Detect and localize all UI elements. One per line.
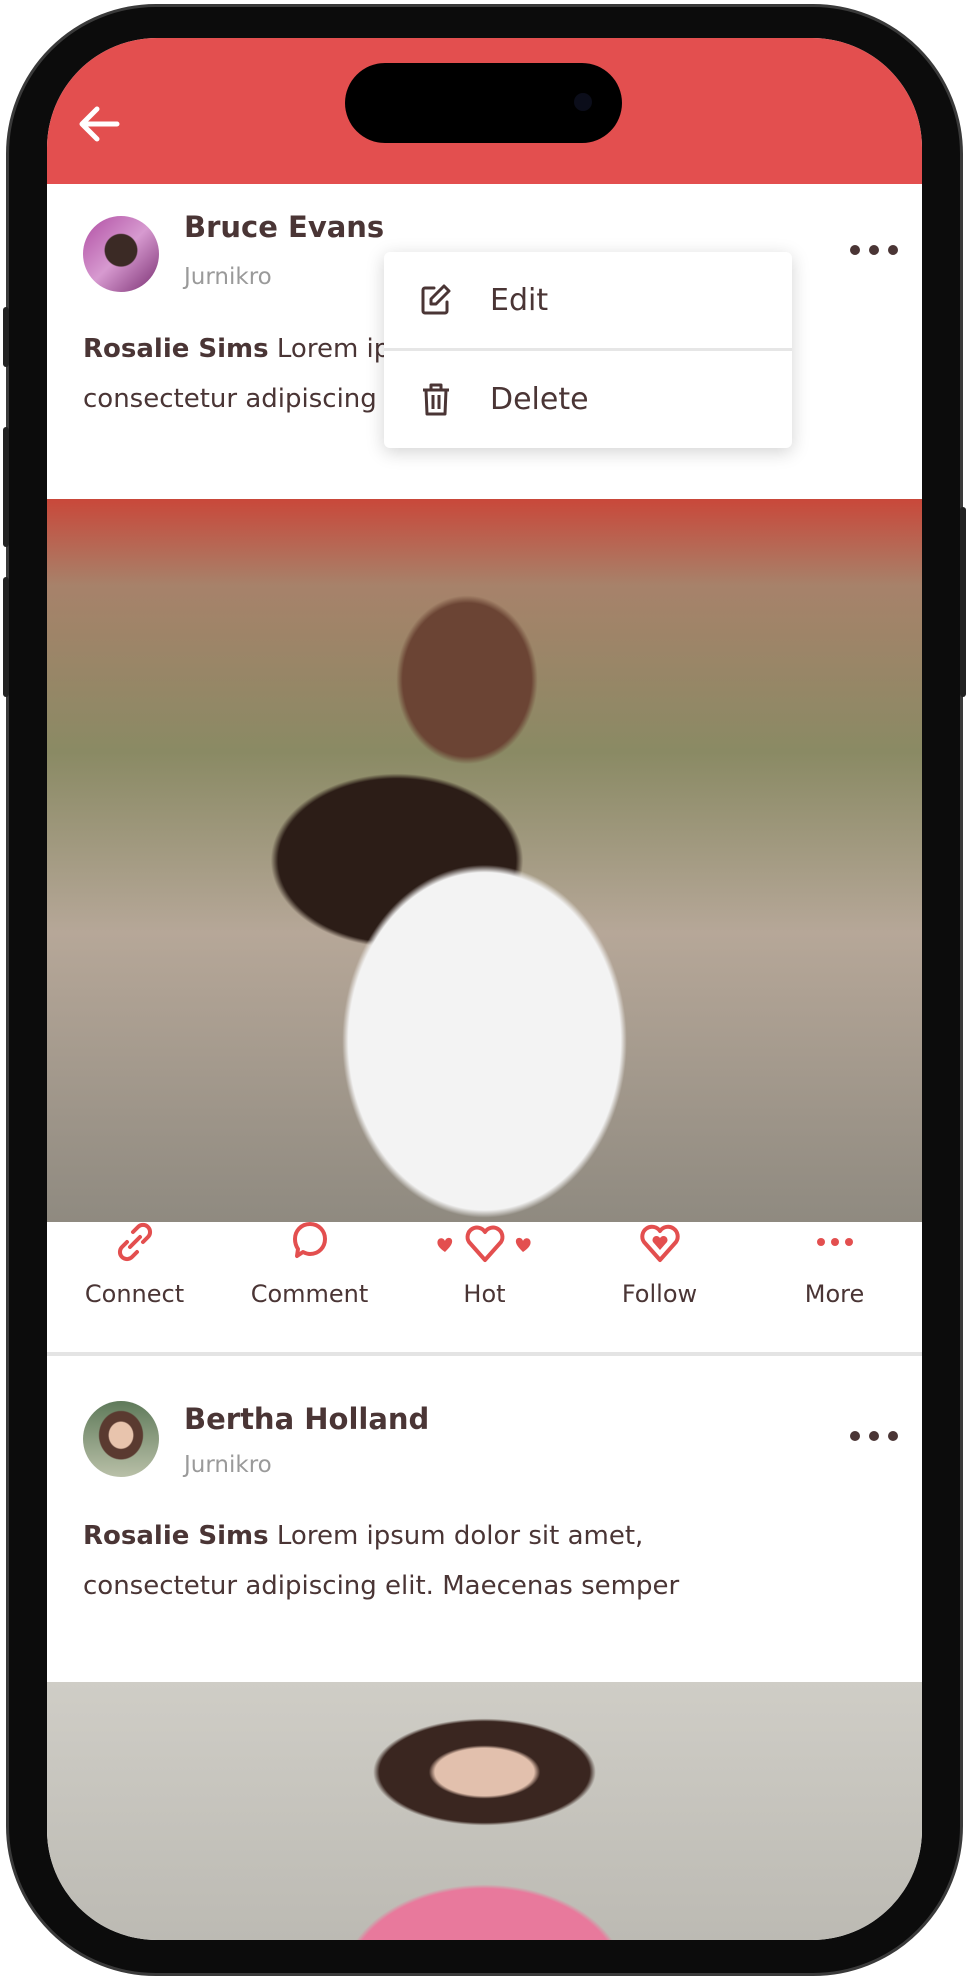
connect-button[interactable]: Connect	[47, 1218, 222, 1308]
menu-item-delete[interactable]: Delete	[384, 351, 792, 447]
avatar[interactable]	[83, 216, 159, 292]
author-name[interactable]: Bruce Evans	[184, 210, 384, 244]
volume-down-button	[3, 577, 9, 697]
post-image[interactable]	[47, 499, 922, 1222]
mute-button	[3, 307, 9, 367]
link-icon	[117, 1222, 152, 1262]
author-name[interactable]: Bertha Holland	[184, 1402, 429, 1436]
action-label: Connect	[84, 1280, 185, 1308]
dynamic-island	[345, 63, 622, 143]
post-actions: Connect Comment Hot Follow More	[47, 1218, 922, 1308]
action-label: Follow	[621, 1280, 698, 1308]
author-subtitle: Jurnikro	[184, 1452, 272, 1478]
mention[interactable]: Rosalie Sims	[83, 1521, 269, 1551]
volume-up-button	[3, 427, 9, 547]
power-button	[960, 507, 966, 697]
action-label: Comment	[250, 1280, 369, 1308]
action-label: More	[804, 1280, 865, 1308]
more-options-button[interactable]	[850, 1426, 898, 1446]
author-subtitle: Jurnikro	[184, 264, 272, 290]
trash-icon	[423, 383, 449, 416]
edit-icon	[421, 284, 451, 315]
action-label: Hot	[463, 1280, 506, 1308]
screen: Bruce Evans Jurnikro Rosalie Sims Lorem …	[47, 38, 922, 1940]
post-image[interactable]	[47, 1682, 922, 1940]
more-dots-icon	[816, 1238, 853, 1246]
more-options-button[interactable]	[850, 240, 898, 260]
mention[interactable]: Rosalie Sims	[83, 334, 269, 364]
hot-button[interactable]: Hot	[397, 1218, 572, 1308]
post-options-menu: Edit Delete	[384, 252, 792, 448]
post-text: Rosalie Sims Lorem ipsum dolor sit amet,…	[83, 1511, 902, 1611]
menu-item-label: Delete	[490, 381, 589, 417]
post-text-line: consectetur adipiscing elit. Maecenas se…	[83, 1571, 680, 1601]
post-text-line: Lorem ipsum dolor sit amet,	[268, 1521, 644, 1551]
chat-bubble-icon	[292, 1222, 327, 1258]
menu-item-label: Edit	[490, 282, 549, 318]
arrow-left-icon[interactable]	[77, 104, 121, 144]
post-divider	[47, 1352, 922, 1356]
hearts-icon	[436, 1225, 531, 1262]
avatar[interactable]	[83, 1401, 159, 1477]
more-button[interactable]: More	[747, 1218, 922, 1308]
heart-in-heart-icon	[639, 1224, 680, 1262]
follow-button[interactable]: Follow	[572, 1218, 747, 1308]
camera	[574, 93, 592, 111]
comment-button[interactable]: Comment	[222, 1218, 397, 1308]
menu-item-edit[interactable]: Edit	[384, 252, 792, 348]
